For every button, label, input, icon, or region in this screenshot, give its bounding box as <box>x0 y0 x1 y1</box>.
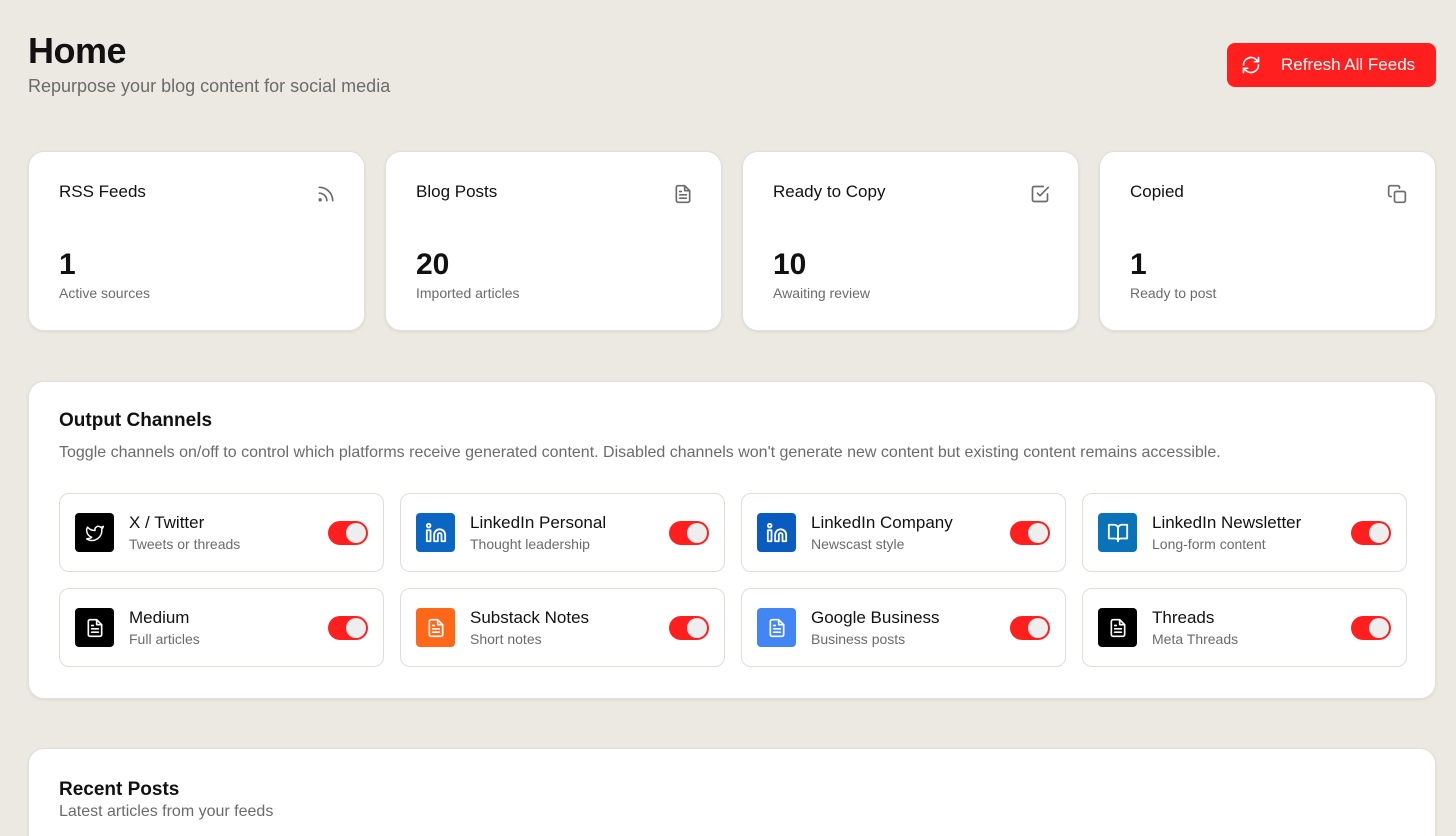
channel-name: Medium <box>129 608 190 627</box>
channel-name: LinkedIn Personal <box>470 513 607 532</box>
channel-description: Business posts <box>811 631 906 647</box>
stat-card-rss-feeds: RSS Feeds 1 Active sources <box>28 151 365 331</box>
channel-name: Threads <box>1152 608 1215 627</box>
stat-description: Awaiting review <box>773 285 871 301</box>
channel-toggle-x-twitter[interactable] <box>328 521 368 545</box>
channel-linkedin-company: LinkedIn Company Newscast style <box>741 493 1066 572</box>
document-icon <box>1098 608 1137 647</box>
channel-toggle-substack-notes[interactable] <box>669 616 709 640</box>
channel-toggle-threads[interactable] <box>1351 616 1391 640</box>
channel-description: Full articles <box>129 631 200 647</box>
stat-label: RSS Feeds <box>59 182 146 201</box>
refresh-all-feeds-button[interactable]: Refresh All Feeds <box>1227 43 1436 87</box>
linkedin-icon <box>757 513 796 552</box>
channel-threads: Threads Meta Threads <box>1082 588 1407 667</box>
channel-description: Newscast style <box>811 536 905 552</box>
recent-posts-card: Recent Posts Latest articles from your f… <box>28 748 1436 836</box>
section-title: Recent Posts <box>59 779 180 800</box>
channel-toggle-google-business[interactable] <box>1010 616 1050 640</box>
channel-x-twitter: X / Twitter Tweets or threads <box>59 493 384 572</box>
channel-name: Google Business <box>811 608 940 627</box>
twitter-bird-icon <box>75 513 114 552</box>
channel-name: Substack Notes <box>470 608 590 627</box>
refresh-all-feeds-label: Refresh All Feeds <box>1281 55 1416 74</box>
channel-linkedin-personal: LinkedIn Personal Thought leadership <box>400 493 725 572</box>
stat-description: Ready to post <box>1130 285 1217 301</box>
toggle-knob <box>1369 618 1389 638</box>
section-title: Output Channels <box>59 410 213 431</box>
channel-toggle-linkedin-newsletter[interactable] <box>1351 521 1391 545</box>
channel-toggle-medium[interactable] <box>328 616 368 640</box>
page-title: Home <box>28 30 127 71</box>
channel-toggle-linkedin-company[interactable] <box>1010 521 1050 545</box>
channel-linkedin-newsletter: LinkedIn Newsletter Long-form content <box>1082 493 1407 572</box>
channel-name: X / Twitter <box>129 513 205 532</box>
toggle-knob <box>1028 618 1048 638</box>
stats-row: RSS Feeds 1 Active sources Blog Posts 20… <box>28 151 1436 331</box>
toggle-knob <box>687 523 707 543</box>
stat-label: Blog Posts <box>416 182 498 201</box>
toggle-knob <box>1369 523 1389 543</box>
channel-name: LinkedIn Newsletter <box>1152 513 1302 532</box>
channel-google-business: Google Business Business posts <box>741 588 1066 667</box>
stat-description: Active sources <box>59 285 151 301</box>
channel-description: Short notes <box>470 631 542 647</box>
stat-value: 10 <box>773 248 807 281</box>
toggle-knob <box>1028 523 1048 543</box>
section-description: Latest articles from your feeds <box>59 803 274 820</box>
stat-card-blog-posts: Blog Posts 20 Imported articles <box>385 151 722 331</box>
stat-description: Imported articles <box>416 285 520 301</box>
page-subtitle: Repurpose your blog content for social m… <box>28 76 391 96</box>
document-icon <box>75 608 114 647</box>
stat-label: Copied <box>1130 182 1184 201</box>
rss-icon <box>316 184 336 204</box>
checkbox-icon <box>1030 184 1050 204</box>
stat-label: Ready to Copy <box>773 182 886 201</box>
toggle-knob <box>346 523 366 543</box>
stat-value: 1 <box>1130 248 1147 281</box>
channel-description: Tweets or threads <box>129 536 241 552</box>
channel-name: LinkedIn Company <box>811 513 953 532</box>
document-icon <box>757 608 796 647</box>
output-channels-card: Output Channels Toggle channels on/off t… <box>28 381 1436 699</box>
toggle-knob <box>346 618 366 638</box>
channel-description: Thought leadership <box>470 536 590 552</box>
stat-card-ready-to-copy: Ready to Copy 10 Awaiting review <box>742 151 1079 331</box>
page-header: Home Repurpose your blog content for soc… <box>28 30 390 97</box>
channel-toggle-linkedin-personal[interactable] <box>669 521 709 545</box>
book-open-icon <box>1098 513 1137 552</box>
channel-medium: Medium Full articles <box>59 588 384 667</box>
section-description: Toggle channels on/off to control which … <box>59 444 1221 461</box>
stat-card-copied: Copied 1 Ready to post <box>1099 151 1436 331</box>
refresh-icon <box>1241 55 1261 75</box>
linkedin-icon <box>416 513 455 552</box>
toggle-knob <box>687 618 707 638</box>
channel-substack-notes: Substack Notes Short notes <box>400 588 725 667</box>
document-icon <box>673 184 693 204</box>
stat-value: 1 <box>59 248 76 281</box>
copy-icon <box>1387 184 1407 204</box>
channel-description: Meta Threads <box>1152 631 1239 647</box>
document-icon <box>416 608 455 647</box>
channel-description: Long-form content <box>1152 536 1266 552</box>
channel-grid: X / Twitter Tweets or threads LinkedIn P… <box>59 493 1407 667</box>
stat-value: 20 <box>416 248 450 281</box>
